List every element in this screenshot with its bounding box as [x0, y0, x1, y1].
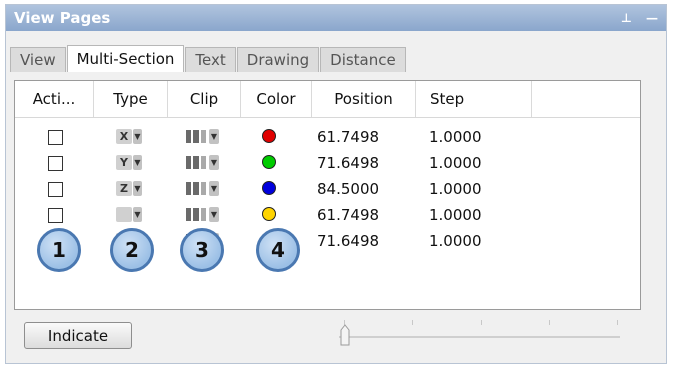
- tab-bar: View Multi-Section Text Drawing Distance: [10, 45, 407, 72]
- color-swatch[interactable]: [262, 207, 276, 221]
- tab-distance[interactable]: Distance: [320, 47, 406, 72]
- position-value[interactable]: 61.7498: [317, 124, 379, 150]
- type-label: X: [116, 129, 132, 144]
- column-header-type[interactable]: Type: [94, 81, 168, 117]
- clip-dropdown[interactable]: ▼: [186, 154, 226, 171]
- type-label: Z: [116, 181, 132, 196]
- step-value[interactable]: 1.0000: [429, 202, 482, 228]
- clip-icon: [186, 208, 206, 221]
- section-list: Acti... Type Clip Color Position Step X ▼…: [14, 80, 641, 310]
- type-dropdown[interactable]: X ▼: [116, 128, 144, 145]
- callout-badge-2: 2: [110, 228, 154, 272]
- column-header-step[interactable]: Step: [416, 81, 532, 117]
- column-header-clip[interactable]: Clip: [168, 81, 241, 117]
- clip-icon: [186, 130, 206, 143]
- column-header-color[interactable]: Color: [241, 81, 312, 117]
- position-value[interactable]: 71.6498: [317, 228, 379, 254]
- type-dropdown[interactable]: ▼: [116, 206, 144, 223]
- column-header-position[interactable]: Position: [312, 81, 416, 117]
- active-checkbox[interactable]: [48, 156, 63, 171]
- clip-dropdown[interactable]: ▼: [186, 180, 226, 197]
- chevron-down-icon: ▼: [133, 207, 142, 222]
- chevron-down-icon: ▼: [209, 129, 219, 144]
- clip-dropdown[interactable]: ▼: [186, 128, 226, 145]
- clip-icon: [186, 182, 206, 195]
- type-label: Y: [116, 155, 132, 170]
- list-row[interactable]: ▼ ▼ 61.7498 1.0000: [15, 202, 640, 228]
- step-value[interactable]: 1.0000: [429, 124, 482, 150]
- callout-badge-4: 4: [256, 228, 300, 272]
- tab-view[interactable]: View: [10, 47, 66, 72]
- chevron-down-icon: ▼: [133, 129, 142, 144]
- clip-dropdown[interactable]: ▼: [186, 206, 226, 223]
- color-swatch[interactable]: [262, 155, 276, 169]
- indicate-button[interactable]: Indicate: [24, 322, 132, 349]
- chevron-down-icon: ▼: [209, 155, 219, 170]
- color-swatch[interactable]: [262, 129, 276, 143]
- position-value[interactable]: 71.6498: [317, 150, 379, 176]
- tab-drawing[interactable]: Drawing: [236, 47, 320, 72]
- chevron-down-icon: ▼: [133, 155, 142, 170]
- minimize-icon[interactable]: —: [646, 11, 658, 25]
- callout-badge-1: 1: [37, 228, 81, 272]
- pin-icon[interactable]: ⊥: [621, 11, 632, 25]
- color-swatch[interactable]: [262, 181, 276, 195]
- active-checkbox[interactable]: [48, 208, 63, 223]
- type-dropdown[interactable]: Y ▼: [116, 154, 144, 171]
- tab-multi-section[interactable]: Multi-Section: [66, 45, 185, 72]
- position-value[interactable]: 61.7498: [317, 202, 379, 228]
- list-row[interactable]: ▼ ▼ 71.6498 1.0000: [15, 228, 640, 254]
- slider-track[interactable]: [339, 336, 620, 338]
- chevron-down-icon: ▼: [133, 181, 142, 196]
- slider-thumb[interactable]: [340, 324, 350, 346]
- active-checkbox[interactable]: [48, 130, 63, 145]
- list-row[interactable]: X ▼ ▼ 61.7498 1.0000: [15, 124, 640, 150]
- list-row[interactable]: Y ▼ ▼ 71.6498 1.0000: [15, 150, 640, 176]
- callout-badge-3: 3: [180, 228, 224, 272]
- type-dropdown[interactable]: Z ▼: [116, 180, 144, 197]
- type-label: [116, 207, 132, 222]
- chevron-down-icon: ▼: [209, 181, 219, 196]
- chevron-down-icon: ▼: [209, 207, 219, 222]
- position-value[interactable]: 84.5000: [317, 176, 379, 202]
- step-value[interactable]: 1.0000: [429, 228, 482, 254]
- clip-icon: [186, 156, 206, 169]
- step-value[interactable]: 1.0000: [429, 176, 482, 202]
- list-header: Acti... Type Clip Color Position Step: [15, 81, 640, 118]
- slider-tick: [412, 320, 413, 325]
- slider-tick: [549, 320, 550, 325]
- slider-tick: [481, 320, 482, 325]
- panel-title: View Pages: [14, 9, 111, 27]
- panel-titlebar: View Pages ⊥ —: [6, 5, 666, 31]
- step-value[interactable]: 1.0000: [429, 150, 482, 176]
- tab-text[interactable]: Text: [185, 47, 236, 72]
- slider-tick: [617, 320, 618, 325]
- list-row[interactable]: Z ▼ ▼ 84.5000 1.0000: [15, 176, 640, 202]
- active-checkbox[interactable]: [48, 182, 63, 197]
- column-header-active[interactable]: Acti...: [15, 81, 94, 117]
